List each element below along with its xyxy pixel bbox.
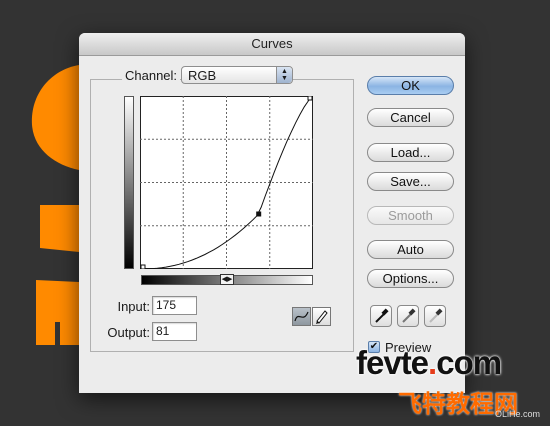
output-gradient-bar: [124, 96, 134, 269]
curve-control-point: [256, 211, 262, 217]
channel-select[interactable]: RGB ▲ ▼: [181, 66, 293, 84]
ok-button[interactable]: OK: [367, 76, 454, 95]
cancel-button[interactable]: Cancel: [367, 108, 454, 127]
dialog-title: Curves: [79, 33, 465, 56]
black-eyedropper-button[interactable]: [370, 305, 392, 327]
pencil-tool-icon: [316, 310, 328, 324]
curve-tool-button[interactable]: [292, 307, 311, 326]
channel-value: RGB: [188, 68, 217, 83]
graph-background: [140, 96, 313, 269]
gradient-direction-toggle[interactable]: ◀▶: [220, 274, 234, 285]
select-arrows-icon: ▲ ▼: [276, 67, 292, 83]
output-label: Output:: [107, 325, 150, 340]
orange-shape-top: [31, 65, 79, 170]
save-button[interactable]: Save...: [367, 172, 454, 191]
load-button[interactable]: Load...: [367, 143, 454, 162]
output-field[interactable]: 81: [152, 322, 197, 341]
orange-shape-middle: [40, 205, 79, 252]
watermark-small: OLiHe.com: [495, 409, 541, 419]
curve-endpoint-white: [307, 96, 313, 101]
pencil-tool-button[interactable]: [312, 307, 331, 326]
options-button[interactable]: Options...: [367, 269, 454, 288]
white-eyedropper-icon: [429, 308, 443, 323]
input-label: Input:: [117, 299, 150, 314]
watermark-logo: fevte.com: [356, 344, 502, 382]
gray-eyedropper-button[interactable]: [397, 305, 419, 327]
channel-label: Channel:: [122, 68, 181, 83]
auto-button[interactable]: Auto: [367, 240, 454, 259]
watermark-main: fevte: [356, 344, 429, 381]
curves-dialog: Curves Channel: RGB ▲ ▼ ◀▶ Input: 175 Out…: [79, 33, 465, 393]
watermark-suffix: com: [436, 344, 502, 381]
watermark-dot: .: [428, 344, 437, 381]
orange-shape-letter: [36, 280, 79, 345]
black-eyedropper-icon: [375, 308, 389, 323]
white-eyedropper-button[interactable]: [424, 305, 446, 327]
input-field[interactable]: 175: [152, 296, 197, 315]
curve-endpoint-black: [140, 264, 146, 269]
smooth-button[interactable]: Smooth: [367, 206, 454, 225]
curve-tool-icon: [294, 311, 309, 322]
curve-graph[interactable]: [140, 96, 313, 269]
gray-eyedropper-icon: [402, 308, 416, 323]
